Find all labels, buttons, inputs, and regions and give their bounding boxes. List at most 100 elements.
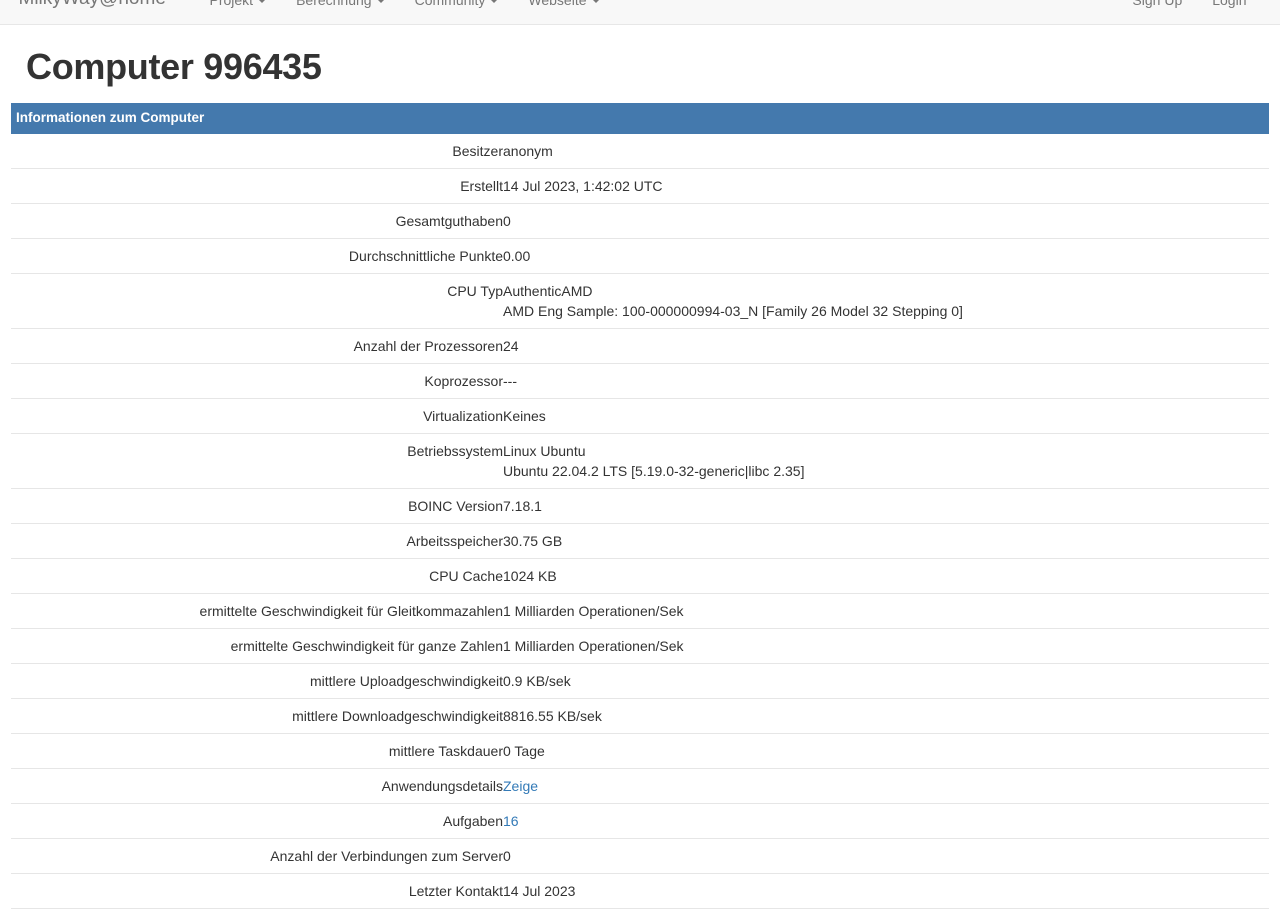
info-row-value-line1: --- xyxy=(503,372,517,389)
info-row-label: Anzahl der Verbindungen zum Server xyxy=(270,847,503,864)
info-row-label: mittlere Taskdauer xyxy=(388,742,503,759)
nav-item-label: Berechnung xyxy=(296,0,372,8)
table-row: mittlere Taskdauer 0 Tage xyxy=(11,733,1269,769)
info-row-label: Besitzer xyxy=(452,142,503,159)
info-row-value-line1: Keines xyxy=(503,407,546,424)
info-row-value-line1: 24 xyxy=(503,337,519,354)
table-row: CPU Typ AuthenticAMD AMD Eng Sample: 100-0… xyxy=(11,273,1269,329)
info-row-value: 14 Jul 2023 xyxy=(503,873,1269,908)
chevron-down-icon xyxy=(376,0,385,3)
table-row: Erstellt 14 Jul 2023, 1:42:02 UTC xyxy=(11,168,1269,204)
info-row-value: AuthenticAMD AMD Eng Sample: 100-00000099… xyxy=(503,273,1269,328)
info-row-label: ermittelte Geschwindigkeit für ganze Zah… xyxy=(230,637,503,654)
info-row-value-line1: 0 xyxy=(503,847,511,864)
info-row-value: 1 Milliarden Operationen/Sek xyxy=(503,593,1269,628)
table-row: Aufgaben 16 xyxy=(11,803,1269,839)
table-row: ermittelte Geschwindigkeit für Gleitkomm… xyxy=(11,593,1269,629)
info-row-label: BOINC Version xyxy=(408,497,503,514)
navbar-inner: MilkyWay@home Projekt Berechnung Communi… xyxy=(19,0,1262,24)
info-row-value: 0.9 KB/sek xyxy=(503,663,1269,698)
table-row: Gesamtguthaben 0 xyxy=(11,203,1269,239)
table-row: Arbeitsspeicher 30.75 GB xyxy=(11,523,1269,559)
info-row-value: anonym xyxy=(503,134,1269,169)
info-row-label: Erstellt xyxy=(460,177,503,194)
info-row-value-line1: anonym xyxy=(503,142,553,159)
login-link[interactable]: Login xyxy=(1197,0,1261,13)
panel-heading: Informationen zum Computer xyxy=(11,102,1269,134)
nav-item-projekt[interactable]: Projekt xyxy=(195,0,282,13)
info-row-label: Arbeitsspeicher xyxy=(406,532,504,549)
info-row-value-line1: 0 Tage xyxy=(503,742,545,759)
info-row-label: Koprozessor xyxy=(424,372,503,389)
main-nav-list: Projekt Berechnung Community Webseite xyxy=(195,0,615,13)
info-row-label: Aufgaben xyxy=(443,812,503,829)
info-row-value: 30.75 GB xyxy=(503,523,1269,558)
info-row-value-line1: 1 Milliarden Operationen/Sek xyxy=(503,637,684,654)
info-row-value-line1: 0.9 KB/sek xyxy=(503,672,571,689)
info-row-value: 0 Tage xyxy=(503,733,1269,768)
info-row-label: Anzahl der Prozessoren xyxy=(353,337,503,354)
table-row: Letzter Kontakt 14 Jul 2023 xyxy=(11,873,1269,909)
table-row: Koprozessor --- xyxy=(11,363,1269,399)
info-row-value[interactable]: 16 xyxy=(503,803,1269,838)
table-row: mittlere Uploadgeschwindigkeit 0.9 KB/sek xyxy=(11,663,1269,699)
table-row: Virtualization Keines xyxy=(11,398,1269,434)
info-row-value-line2: Ubuntu 22.04.2 LTS [5.19.0-32-generic|li… xyxy=(503,462,805,479)
info-row-value-line1: Linux Ubuntu xyxy=(503,442,586,459)
sign-up-link[interactable]: Sign Up xyxy=(1117,0,1197,13)
brand-logo[interactable]: MilkyWay@home xyxy=(19,0,166,12)
info-row-value-line1: 14 Jul 2023, 1:42:02 UTC xyxy=(503,177,663,194)
computer-info-table: Besitzer anonym Erstellt 14 Jul 2023, 1:42:… xyxy=(11,134,1269,909)
account-nav-list: Sign Up Login xyxy=(1117,0,1261,13)
info-row-value: 0 xyxy=(503,203,1269,238)
table-row: Betriebssystem Linux Ubuntu Ubuntu 22.04.2… xyxy=(11,433,1269,489)
info-row-label: mittlere Uploadgeschwindigkeit xyxy=(310,672,503,689)
table-row: Anzahl der Prozessoren 24 xyxy=(11,328,1269,364)
info-row-value-line1: 14 Jul 2023 xyxy=(503,882,576,899)
info-row-value: 8816.55 KB/sek xyxy=(503,698,1269,733)
info-row-value-line1: 7.18.1 xyxy=(503,497,542,514)
table-row: CPU Cache 1024 KB xyxy=(11,558,1269,594)
chevron-down-icon xyxy=(591,0,600,3)
info-row-value: 0.00 xyxy=(503,238,1269,273)
info-row-value: 0 xyxy=(503,838,1269,873)
info-row-label: Betriebssystem xyxy=(407,442,503,459)
table-row: BOINC Version 7.18.1 xyxy=(11,488,1269,524)
info-row-value: --- xyxy=(503,363,1269,398)
info-row-value: Linux Ubuntu Ubuntu 22.04.2 LTS [5.19.0-3… xyxy=(503,433,1269,488)
info-row-value: Keines xyxy=(503,398,1269,433)
table-row: Durchschnittliche Punkte 0.00 xyxy=(11,238,1269,274)
computer-info-panel: Informationen zum Computer Besitzer anony… xyxy=(11,102,1269,909)
table-row: Anzahl der Verbindungen zum Server 0 xyxy=(11,838,1269,874)
info-row-value-link[interactable]: 16 xyxy=(503,813,519,829)
nav-item-berechnung[interactable]: Berechnung xyxy=(281,0,400,13)
info-row-value-line1: 1024 KB xyxy=(503,567,557,584)
info-row-value: 24 xyxy=(503,328,1269,363)
nav-item-label: Webseite xyxy=(528,0,587,8)
nav-item-label: Projekt xyxy=(209,0,254,8)
nav-item-label: Community xyxy=(414,0,486,8)
info-row-label: Gesamtguthaben xyxy=(395,212,503,229)
table-row: Anwendungsdetails Zeige xyxy=(11,768,1269,804)
table-row: mittlere Downloadgeschwindigkeit 8816.55 … xyxy=(11,698,1269,734)
nav-item-webseite[interactable]: Webseite xyxy=(513,0,614,13)
top-navbar: MilkyWay@home Projekt Berechnung Communi… xyxy=(0,0,1280,25)
info-row-value-link[interactable]: Zeige xyxy=(503,778,538,794)
info-row-value-line2: AMD Eng Sample: 100-000000994-03_N [Fami… xyxy=(503,302,963,319)
info-row-label: Virtualization xyxy=(423,407,503,424)
info-row-value[interactable]: Zeige xyxy=(503,768,1269,803)
info-row-value: 7.18.1 xyxy=(503,488,1269,523)
chevron-down-icon xyxy=(258,0,267,3)
page-title: Computer 996435 xyxy=(26,46,322,87)
nav-item-community[interactable]: Community xyxy=(400,0,514,13)
table-row: Besitzer anonym xyxy=(11,134,1269,169)
info-row-label: ermittelte Geschwindigkeit für Gleitkomm… xyxy=(199,602,503,619)
info-row-value-line1: 1 Milliarden Operationen/Sek xyxy=(503,602,684,619)
chevron-down-icon xyxy=(490,0,499,3)
info-row-label: mittlere Downloadgeschwindigkeit xyxy=(292,707,503,724)
info-row-label: CPU Cache xyxy=(429,567,503,584)
info-row-value: 14 Jul 2023, 1:42:02 UTC xyxy=(503,168,1269,203)
info-row-label: Letzter Kontakt xyxy=(408,882,503,899)
info-row-value-line1: AuthenticAMD xyxy=(503,282,593,299)
info-row-value-line1: 0.00 xyxy=(503,247,531,264)
